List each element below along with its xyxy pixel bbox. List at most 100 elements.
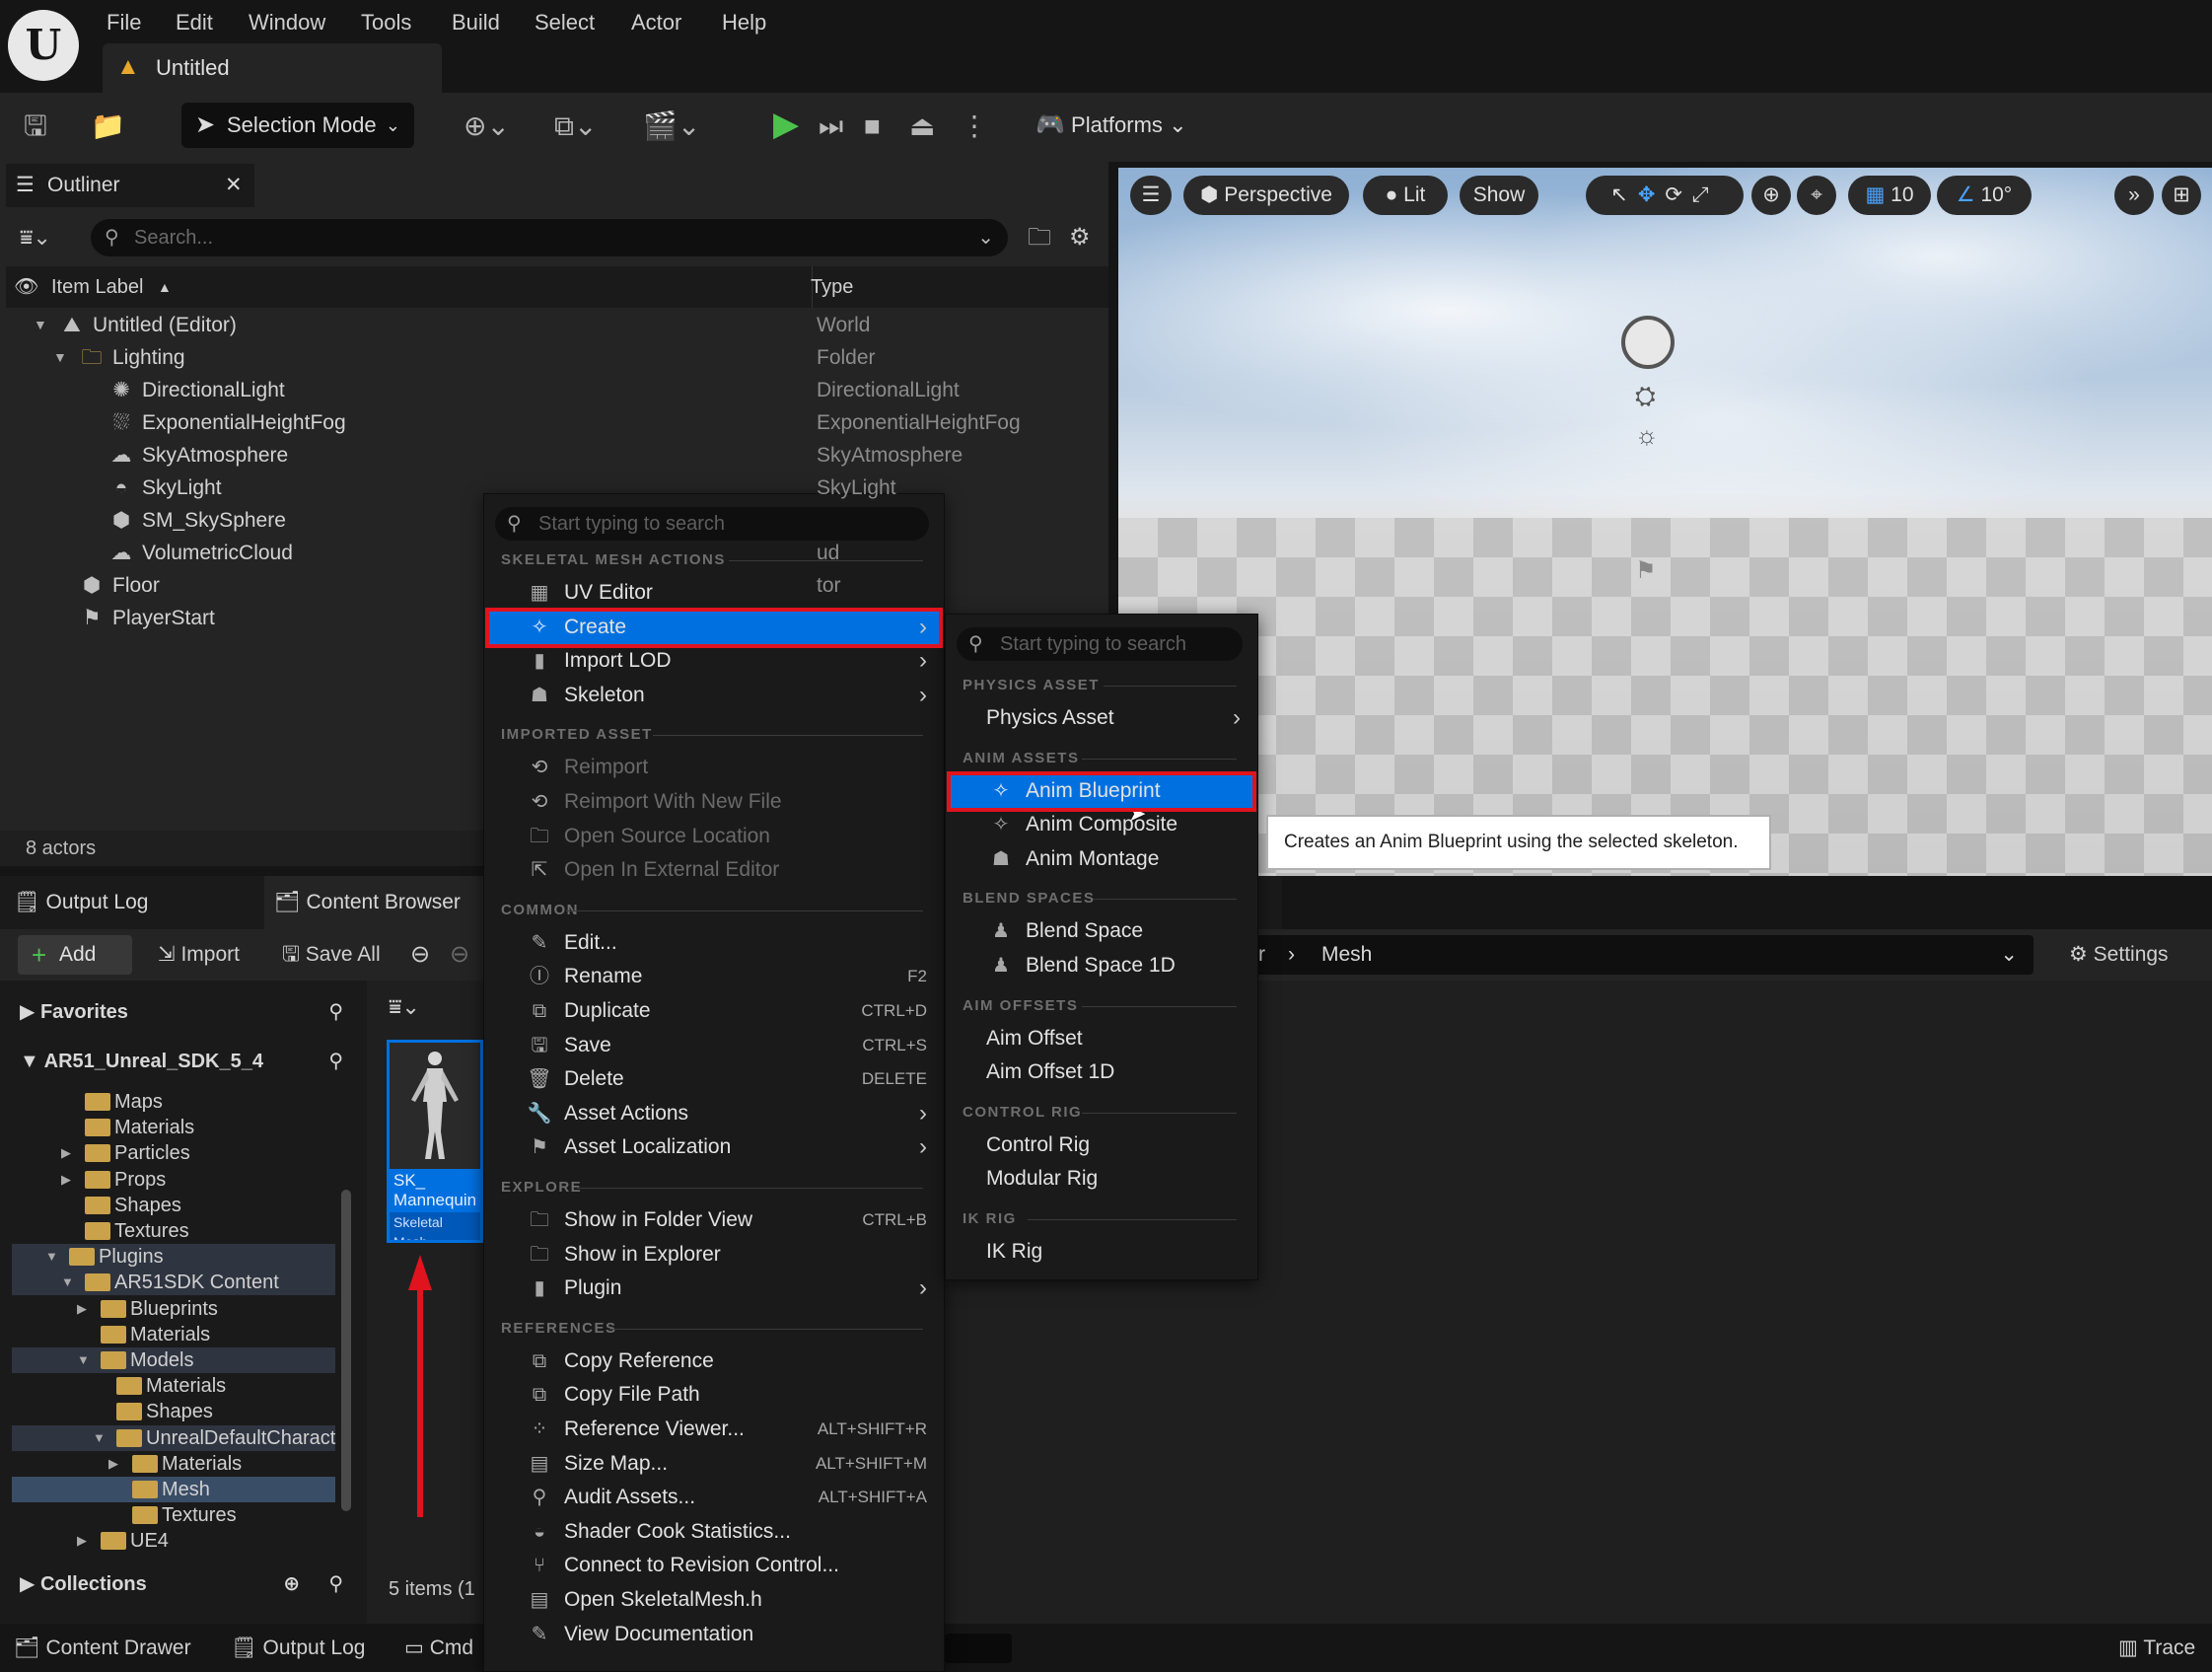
fog-gizmo-icon[interactable]: ⛭ bbox=[1635, 381, 1656, 412]
menu-actor[interactable]: Actor bbox=[631, 6, 681, 39]
chevron-down-icon[interactable]: ▼ bbox=[45, 1244, 58, 1270]
viewport-menu-icon[interactable]: ☰ bbox=[1130, 176, 1172, 215]
blueprints-icon[interactable]: ⧉⌄ bbox=[554, 107, 597, 146]
menu-item-rename[interactable]: Ⓘ Rename F2 bbox=[530, 960, 927, 993]
cmd-button[interactable]: ▭ Cmd bbox=[404, 1626, 473, 1671]
collections-section[interactable]: ▶ Collections ⊕ ⚲ bbox=[20, 1564, 355, 1604]
menu-item-import-lod[interactable]: ▮ Import LOD › bbox=[534, 644, 927, 678]
folder-item[interactable]: ▶ Blueprints bbox=[12, 1296, 335, 1322]
step-icon[interactable]: ⏭ bbox=[819, 107, 843, 146]
menu-item-open-skeletalmesh-h[interactable]: ▤ Open SkeletalMesh.h bbox=[531, 1583, 927, 1617]
menu-item-skeleton[interactable]: ☗ Skeleton › bbox=[531, 679, 927, 712]
rotation-snap-toggle[interactable]: ∠ 10° bbox=[1937, 176, 2032, 215]
menu-item-shader-cook-statistics[interactable]: ◒ Shader Cook Statistics... bbox=[534, 1515, 927, 1549]
menu-item-anim-composite[interactable]: ✧ Anim Composite bbox=[993, 808, 1241, 841]
surface-snap-icon[interactable]: ⌖ bbox=[1797, 176, 1836, 215]
chevron-down-icon[interactable]: ▼ bbox=[61, 1270, 74, 1295]
search-icon[interactable]: ⚲ bbox=[328, 1042, 343, 1081]
menu-tools[interactable]: Tools bbox=[361, 6, 411, 39]
chevron-down-icon[interactable]: ▼ bbox=[77, 1347, 90, 1373]
folder-item[interactable]: ▼ Plugins bbox=[12, 1244, 335, 1271]
breadcrumb-part[interactable]: r bbox=[1258, 935, 1265, 975]
menu-item-reference-viewer[interactable]: ⁘ Reference Viewer... ALT+SHIFT+R bbox=[532, 1413, 927, 1446]
save-icon[interactable]: 🖫 bbox=[24, 107, 47, 146]
chevron-right-icon[interactable]: ▶ bbox=[77, 1296, 87, 1322]
folder-item[interactable]: ▼ AR51SDK Content bbox=[12, 1270, 335, 1296]
favorites-section[interactable]: ▶ Favorites ⚲ bbox=[20, 992, 355, 1032]
select-tool-icon[interactable]: ↖ bbox=[1610, 183, 1638, 206]
folder-item[interactable]: ▶ Materials bbox=[12, 1451, 335, 1477]
forward-icon[interactable]: ⊖ bbox=[450, 935, 469, 975]
close-icon[interactable]: ✕ bbox=[225, 164, 243, 207]
eject-icon[interactable]: ⏏ bbox=[909, 107, 935, 146]
add-collection-icon[interactable]: ⊕ bbox=[283, 1564, 300, 1604]
expand-icon[interactable]: » bbox=[2114, 176, 2154, 215]
outliner-row[interactable]: ☁ SkyAtmosphere bbox=[0, 439, 805, 472]
outliner-row[interactable]: ✺ DirectionalLight bbox=[0, 374, 805, 406]
chevron-right-icon[interactable]: ▶ bbox=[108, 1451, 118, 1477]
layout-icon[interactable]: ⊞ bbox=[2162, 176, 2201, 215]
project-section[interactable]: ▼ AR51_Unreal_SDK_5_4 ⚲ bbox=[20, 1042, 355, 1081]
menu-item-show-in-folder-view[interactable]: 🗀 Show in Folder View CTRL+B bbox=[530, 1203, 927, 1237]
outliner-tab[interactable]: ☰ Outliner ✕ bbox=[6, 164, 254, 207]
outliner-search-input[interactable]: ⚲ Search... ⌄ bbox=[91, 219, 1008, 256]
menu-item-aim-offset-1d[interactable]: Aim Offset 1D bbox=[986, 1055, 1241, 1089]
menu-item-create[interactable]: ✧ Create › bbox=[532, 611, 927, 644]
content-drawer-button[interactable]: 🗂 Content Drawer bbox=[14, 1626, 191, 1671]
menu-item-duplicate[interactable]: ⧉ Duplicate CTRL+D bbox=[533, 994, 927, 1028]
content-browser-tab[interactable]: 🗂 Content Browser bbox=[274, 876, 461, 929]
folder-item[interactable]: Maps bbox=[12, 1089, 335, 1115]
menu-item-modular-rig[interactable]: Modular Rig bbox=[986, 1162, 1241, 1196]
menu-item-aim-offset[interactable]: Aim Offset bbox=[986, 1022, 1241, 1055]
menu-item-physics-asset[interactable]: Physics Asset › bbox=[986, 701, 1241, 735]
chevron-right-icon[interactable]: ▶ bbox=[61, 1140, 71, 1166]
menu-item-save[interactable]: 🖫 Save CTRL+S bbox=[531, 1029, 927, 1062]
unreal-logo-icon[interactable]: U bbox=[8, 10, 79, 81]
menu-item-copy-reference[interactable]: ⧉ Copy Reference bbox=[533, 1345, 927, 1378]
menu-item-ik-rig[interactable]: IK Rig bbox=[986, 1235, 1241, 1269]
menu-item-plugin[interactable]: ▮ Plugin › bbox=[534, 1272, 927, 1305]
output-log-button[interactable]: 🗒 Output Log bbox=[231, 1626, 365, 1671]
move-tool-icon[interactable]: ✥ bbox=[1638, 183, 1666, 206]
folder-item[interactable]: Materials bbox=[12, 1373, 335, 1399]
stop-icon[interactable]: ■ bbox=[864, 107, 881, 146]
lit-button[interactable]: ● Lit bbox=[1363, 176, 1448, 215]
platforms-dropdown[interactable]: 🎮 Platforms ⌄ bbox=[1035, 103, 1187, 148]
menu-item-control-rig[interactable]: Control Rig bbox=[986, 1128, 1241, 1162]
menu-item-show-in-explorer[interactable]: 🗀 Show in Explorer bbox=[530, 1238, 927, 1272]
breadcrumb[interactable]: r › Mesh ⌄ bbox=[1245, 935, 2034, 975]
browse-icon[interactable]: 📁 bbox=[91, 107, 125, 146]
filter-icon[interactable]: ⩸⌄ bbox=[20, 221, 51, 254]
folder-item[interactable]: Materials bbox=[12, 1322, 335, 1347]
cinematics-icon[interactable]: 🎬⌄ bbox=[643, 107, 700, 146]
document-tab[interactable]: ▲ Untitled bbox=[103, 43, 442, 93]
menu-window[interactable]: Window bbox=[249, 6, 325, 39]
world-local-icon[interactable]: ⊕ bbox=[1751, 176, 1791, 215]
menu-item-copy-file-path[interactable]: ⧉ Copy File Path bbox=[533, 1378, 927, 1412]
folder-item[interactable]: Shapes bbox=[12, 1193, 335, 1218]
add-button[interactable]: + Add bbox=[18, 935, 132, 975]
chevron-down-icon[interactable]: ⌄ bbox=[2000, 935, 2018, 975]
scale-tool-icon[interactable]: ⤢ bbox=[1692, 183, 1719, 206]
folder-item[interactable]: Shapes bbox=[12, 1399, 335, 1424]
rotate-tool-icon[interactable]: ⟳ bbox=[1665, 183, 1692, 206]
output-log-tab[interactable]: 🗒 Output Log bbox=[14, 876, 148, 929]
perspective-button[interactable]: ⬢ Perspective bbox=[1183, 176, 1349, 215]
player-start-gizmo-icon[interactable]: ⚑ bbox=[1635, 556, 1657, 585]
level-viewport[interactable]: ⛭ ☼ ⚑ ☰ ⬢ Perspective ● Lit Show ↖✥⟳⤢ ⊕ … bbox=[1118, 168, 2212, 876]
menu-search-input[interactable]: ⚲ Start typing to search bbox=[495, 507, 929, 541]
add-folder-icon[interactable]: 🗀 bbox=[1028, 221, 1051, 254]
type-header[interactable]: Type bbox=[811, 266, 853, 308]
menu-item-connect-to-revision-control[interactable]: ⑂ Connect to Revision Control... bbox=[534, 1549, 927, 1582]
menu-item-blend-space-1d[interactable]: ♟ Blend Space 1D bbox=[992, 949, 1241, 982]
outliner-row[interactable]: ▼ 🗀 Lighting bbox=[0, 341, 805, 374]
menu-file[interactable]: File bbox=[107, 6, 141, 39]
folder-item[interactable]: ▼ Models bbox=[12, 1347, 335, 1373]
settings-button[interactable]: ⚙ Settings bbox=[2069, 935, 2169, 975]
chevron-right-icon[interactable]: ▶ bbox=[77, 1528, 87, 1554]
search-icon[interactable]: ⚲ bbox=[328, 992, 343, 1032]
trace-button[interactable]: ▥ Trace bbox=[2118, 1626, 2195, 1671]
save-all-button[interactable]: 🖫 Save All bbox=[282, 935, 381, 975]
menu-select[interactable]: Select bbox=[535, 6, 595, 39]
gear-icon[interactable]: ⚙ bbox=[1069, 221, 1091, 254]
